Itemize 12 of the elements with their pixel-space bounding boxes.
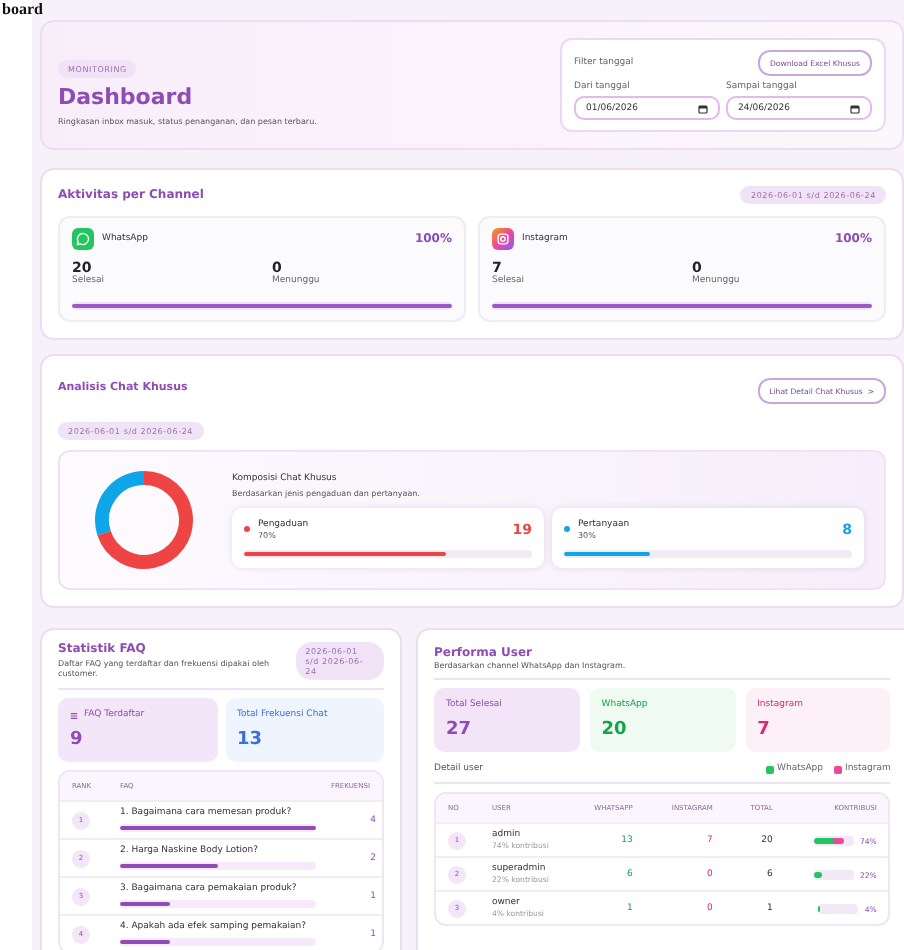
list-icon — [70, 711, 78, 719]
calendar-icon — [698, 103, 708, 113]
camera-icon — [492, 228, 514, 250]
stat-value: 9 — [70, 730, 85, 750]
stat-value: 13 — [237, 730, 265, 750]
page-title: Dashboard — [58, 84, 195, 110]
stat-value: 7 — [757, 720, 772, 740]
page-heading: board — [2, 0, 43, 18]
stat-value: 27 — [446, 720, 474, 740]
calendar-icon — [850, 103, 860, 113]
stat-value: 20 — [601, 720, 629, 740]
chat-bubble-icon — [72, 228, 94, 250]
